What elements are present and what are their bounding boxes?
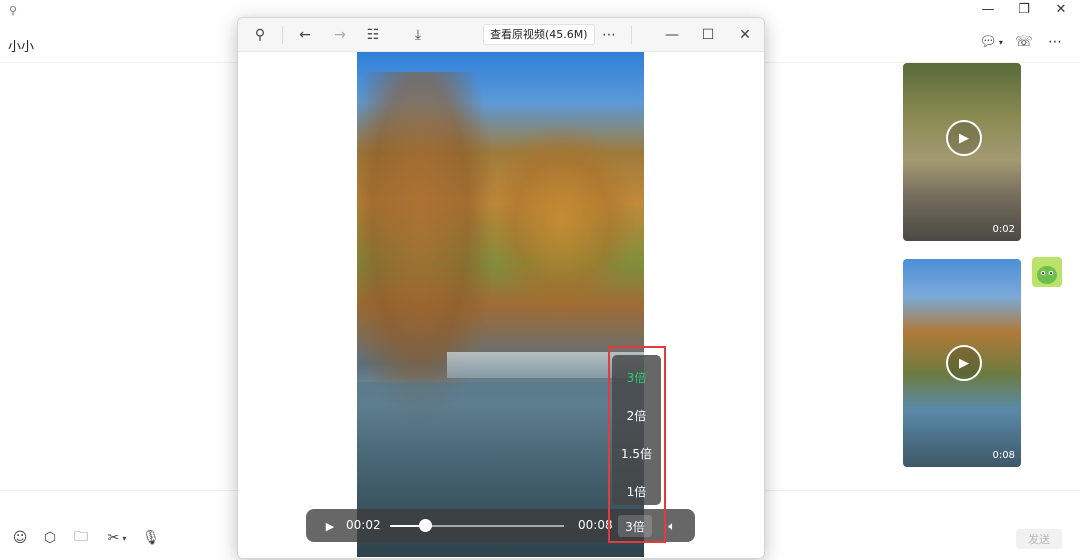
current-time: 00:02 bbox=[346, 518, 381, 532]
back-icon[interactable]: ← bbox=[294, 24, 316, 46]
pin-icon[interactable]: ⚲ bbox=[6, 3, 20, 17]
video-duration: 0:08 bbox=[992, 450, 1015, 461]
close-icon[interactable]: ✕ bbox=[1050, 0, 1072, 18]
chat-bubble-icon[interactable]: 💬︎ ▾ bbox=[976, 31, 1006, 53]
minimize-icon[interactable]: — bbox=[977, 0, 999, 18]
video-frame[interactable] bbox=[357, 52, 644, 557]
call-icon[interactable]: ☏ bbox=[1013, 31, 1035, 53]
play-icon[interactable]: ▶ bbox=[320, 516, 340, 536]
toolbar-divider bbox=[631, 26, 632, 44]
chat-contact-name: 小小 bbox=[8, 40, 35, 55]
scissors-icon[interactable]: ✂ ▾ bbox=[103, 529, 131, 547]
viewer-toolbar: ⚲ ← → ☷ ⤓ 查看原视频(45.6M) ⋯ — ☐ ✕ bbox=[238, 18, 764, 52]
maximize-icon[interactable]: ☐ bbox=[697, 24, 719, 46]
play-icon[interactable]: ▶ bbox=[946, 120, 982, 156]
mic-icon[interactable]: 🎙︎ bbox=[142, 529, 160, 547]
forward-icon[interactable]: → bbox=[329, 24, 351, 46]
toolbar-divider bbox=[282, 26, 283, 44]
video-viewer-window: ⚲ ← → ☷ ⤓ 查看原视频(45.6M) ⋯ — ☐ ✕ 3倍 2倍 1.5… bbox=[237, 17, 765, 559]
video-duration: 0:02 bbox=[992, 224, 1015, 235]
avatar[interactable] bbox=[1032, 257, 1062, 287]
emoji-icon[interactable]: ☺ bbox=[11, 529, 29, 547]
send-button[interactable]: 发送 bbox=[1016, 529, 1062, 549]
video-message-thumbnail[interactable]: ▶ 0:02 bbox=[903, 63, 1021, 241]
avatar-image bbox=[1037, 266, 1057, 284]
minimize-icon[interactable]: — bbox=[661, 24, 683, 46]
restore-icon[interactable]: ❐ bbox=[1013, 0, 1035, 18]
more-icon[interactable]: ⋯ bbox=[598, 24, 620, 46]
video-message-thumbnail[interactable]: ▶ 0:08 bbox=[903, 259, 1021, 467]
grid-icon[interactable]: ☷ bbox=[362, 24, 384, 46]
box-icon[interactable]: ⬡ bbox=[41, 529, 59, 547]
more-icon[interactable]: ⋯ bbox=[1044, 31, 1066, 53]
download-icon[interactable]: ⤓ bbox=[407, 24, 429, 46]
video-scene-tree bbox=[487, 122, 637, 322]
video-scene-tree bbox=[357, 72, 497, 432]
close-icon[interactable]: ✕ bbox=[734, 24, 756, 46]
play-icon[interactable]: ▶ bbox=[946, 345, 982, 381]
pin-icon[interactable]: ⚲ bbox=[249, 24, 271, 46]
progress-knob[interactable] bbox=[418, 519, 432, 532]
view-original-video-button[interactable]: 查看原视频(45.6M) bbox=[483, 24, 595, 45]
folder-icon[interactable]: 🗀 bbox=[72, 529, 90, 547]
speed-highlight-box bbox=[608, 346, 666, 543]
